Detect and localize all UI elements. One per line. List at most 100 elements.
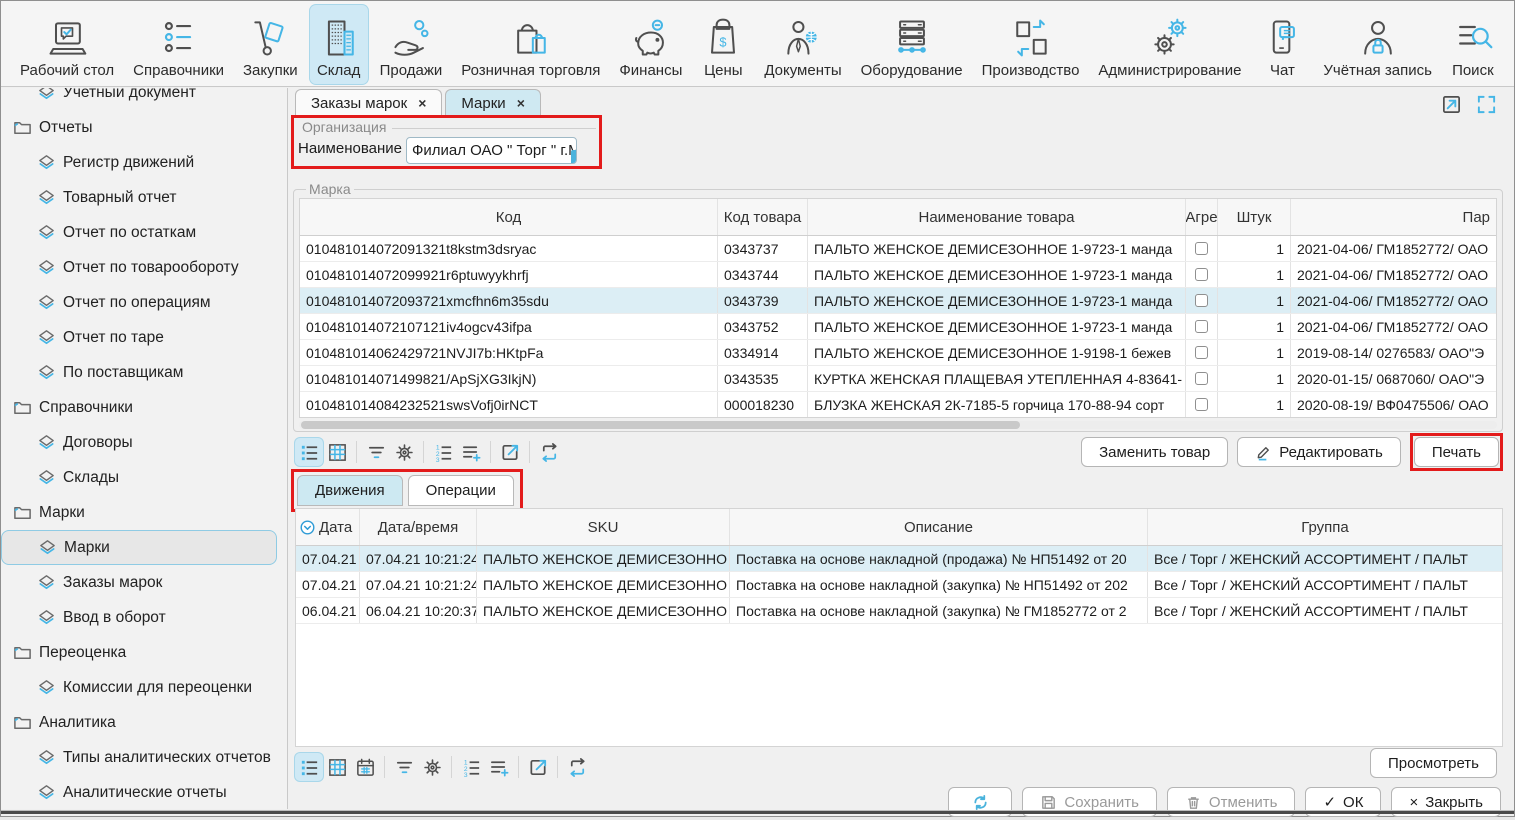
print-button[interactable]: Печать — [1414, 437, 1499, 467]
sidebar-item[interactable]: Отчет по остаткам — [1, 215, 287, 250]
checkbox[interactable] — [1195, 242, 1208, 255]
sidebar-item[interactable]: Переоценка — [1, 635, 287, 670]
tab-close-icon[interactable]: × — [517, 95, 525, 111]
sidebar-item[interactable]: Марки — [1, 530, 277, 565]
sidebar-item[interactable]: Учетный документ — [1, 88, 287, 110]
toolbar-item-prices[interactable]: $ Цены — [694, 5, 752, 84]
tab-operations[interactable]: Операции — [408, 475, 514, 506]
col-header-date[interactable]: Дата — [296, 509, 360, 545]
checkbox[interactable] — [1195, 398, 1208, 411]
sidebar-item[interactable]: Аналитика — [1, 705, 287, 740]
add-list-button[interactable] — [485, 753, 513, 781]
table-row[interactable]: 010481014071499821/ApSjXG3IkjN) 0343535 … — [300, 366, 1496, 392]
open-in-window-icon[interactable] — [1441, 94, 1462, 115]
sidebar-item[interactable]: Отчет по таре — [1, 320, 287, 355]
checkbox[interactable] — [1195, 372, 1208, 385]
tab-marki[interactable]: Марки × — [445, 89, 540, 116]
tab-zakazy-marok[interactable]: Заказы марок × — [295, 89, 442, 116]
sidebar-item[interactable]: Комиссии для переоценки — [1, 670, 287, 705]
table-row[interactable]: 07.04.21 07.04.21 10:21:24 ПАЛЬТО ЖЕНСКО… — [296, 572, 1502, 598]
sidebar-item[interactable]: По поставщикам — [1, 355, 287, 390]
col-header-product-name[interactable]: Наименование товара — [808, 199, 1186, 235]
toolbar-item-finance[interactable]: Финансы — [612, 5, 689, 84]
sidebar-item[interactable]: Справочники — [1, 390, 287, 425]
toolbar-item-warehouse[interactable]: Склад — [310, 5, 368, 84]
sidebar-item[interactable]: Отчет по операциям — [1, 285, 287, 320]
toolbar-item-administration[interactable]: Администрирование — [1091, 5, 1248, 84]
sidebar-item[interactable]: Товарный отчет — [1, 180, 287, 215]
calendar-view-button[interactable] — [351, 753, 379, 781]
col-header-datetime[interactable]: Дата/время — [360, 509, 477, 545]
numbered-list-button[interactable]: 1 2 3 — [429, 438, 457, 466]
col-header-description[interactable]: Описание — [730, 509, 1148, 545]
sidebar-item[interactable]: Договоры — [1, 425, 287, 460]
grid-view-button[interactable] — [323, 438, 351, 466]
sidebar-item[interactable]: Отчет по товарообороту — [1, 250, 287, 285]
table-row[interactable]: 010481014072107121iv4ogcv43ifpa 0343752 … — [300, 314, 1496, 340]
toolbar-item-search[interactable]: Поиск — [1444, 5, 1502, 84]
marks-table-hscrollbar[interactable] — [299, 421, 1497, 429]
toolbar-item-production[interactable]: Производство — [975, 5, 1087, 84]
table-row[interactable]: 010481014072093721xmcfhn6m35sdu 0343739 … — [300, 288, 1496, 314]
numbered-list-button[interactable]: 1 2 3 — [457, 753, 485, 781]
checkbox[interactable] — [1195, 268, 1208, 281]
tab-close-icon[interactable]: × — [418, 95, 426, 111]
cell-product-code: 0343535 — [718, 366, 808, 391]
col-header-group[interactable]: Группа — [1148, 509, 1502, 545]
toolbar-item-workspace[interactable]: Рабочий стол — [13, 5, 121, 84]
preview-button[interactable]: Просмотреть — [1370, 748, 1497, 778]
tab-movements[interactable]: Движения — [297, 475, 403, 506]
toolbar-item-documents[interactable]: Документы — [757, 5, 848, 84]
col-header-qty[interactable]: Штук — [1218, 199, 1291, 235]
sidebar-item[interactable]: Отчеты — [1, 110, 287, 145]
settings-button[interactable] — [390, 438, 418, 466]
sidebar-item[interactable]: Аналитические отчеты — [1, 775, 287, 809]
checkbox[interactable] — [1195, 346, 1208, 359]
sidebar-item[interactable]: Марки — [1, 495, 287, 530]
add-list-button[interactable] — [457, 438, 485, 466]
table-row[interactable]: 010481014072099921r6ptuwyykhrfj 0343744 … — [300, 262, 1496, 288]
checkbox[interactable] — [1195, 294, 1208, 307]
organization-name-input[interactable]: Филиал ОАО " Торг " г.М — [406, 137, 577, 164]
sidebar-item[interactable]: Ввод в оборот — [1, 600, 287, 635]
save-icon — [1040, 794, 1057, 811]
grid-view-button[interactable] — [323, 753, 351, 781]
toolbar-item-purchases[interactable]: Закупки — [236, 5, 305, 84]
edit-button[interactable]: Редактировать — [1237, 437, 1401, 467]
fullscreen-icon[interactable] — [1476, 94, 1497, 115]
toolbar-item-equipment[interactable]: Оборудование — [854, 5, 970, 84]
replace-product-button[interactable]: Заменить товар — [1081, 437, 1228, 467]
col-header-sku[interactable]: SKU — [477, 509, 730, 545]
sidebar-item[interactable]: Заказы марок — [1, 565, 287, 600]
table-row[interactable]: 010481014072091321t8kstm3dsryac 0343737 … — [300, 236, 1496, 262]
settings-button[interactable] — [418, 753, 446, 781]
col-header-aggregated[interactable]: Агре — [1186, 199, 1218, 235]
list-view-button[interactable] — [295, 438, 323, 466]
sidebar-item[interactable]: Типы аналитических отчетов — [1, 740, 287, 775]
toolbar-item-account[interactable]: Учётная запись — [1316, 5, 1439, 84]
toolbar-divider — [490, 441, 491, 463]
filter-button[interactable] — [362, 438, 390, 466]
table-row[interactable]: 010481014062429721NVJI7b:HKtpFa 0334914 … — [300, 340, 1496, 366]
table-row[interactable]: 06.04.21 06.04.21 10:20:37 ПАЛЬТО ЖЕНСКО… — [296, 598, 1502, 624]
marks-toolbar: 1 2 3 — [295, 435, 1503, 469]
refresh-cycle-button[interactable] — [563, 753, 591, 781]
col-header-batch[interactable]: Пар — [1291, 199, 1496, 235]
scrollbar-thumb[interactable] — [301, 421, 1020, 429]
col-header-code[interactable]: Код — [300, 199, 718, 235]
sidebar-item[interactable]: Склады — [1, 460, 287, 495]
sidebar-item[interactable]: Регистр движений — [1, 145, 287, 180]
table-row[interactable]: 010481014084232521swsVofj0irNCT 00001823… — [300, 392, 1496, 418]
toolbar-item-catalogs[interactable]: Справочники — [126, 5, 231, 84]
toolbar-item-sales[interactable]: Продажи — [373, 5, 450, 84]
refresh-cycle-button[interactable] — [535, 438, 563, 466]
col-header-product-code[interactable]: Код товара — [718, 199, 808, 235]
checkbox[interactable] — [1195, 320, 1208, 333]
list-view-button[interactable] — [295, 753, 323, 781]
open-external-button[interactable] — [496, 438, 524, 466]
toolbar-item-chat[interactable]: Чат — [1253, 5, 1311, 84]
toolbar-item-retail[interactable]: Розничная торговля — [454, 5, 607, 84]
table-row[interactable]: 07.04.21 07.04.21 10:21:24 ПАЛЬТО ЖЕНСКО… — [296, 546, 1502, 572]
filter-button[interactable] — [390, 753, 418, 781]
open-external-button[interactable] — [524, 753, 552, 781]
